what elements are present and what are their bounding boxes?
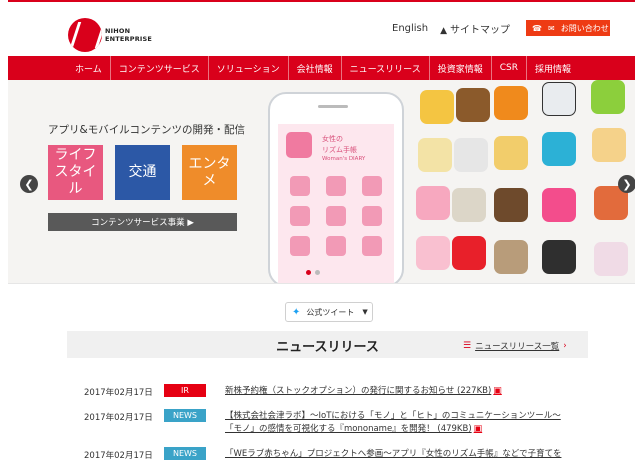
nav-item-home[interactable]: ホーム	[8, 56, 111, 80]
app-menu-icon	[326, 206, 346, 226]
pdf-icon: ▣	[473, 424, 483, 434]
news-link[interactable]: 「WEラブ赤ちゃん」プロジェクトへ参画～アプリ『女性のリズム手帳』などで子育てを	[225, 447, 565, 460]
sitemap-icon: ▲	[440, 25, 448, 36]
news-link[interactable]: 【株式会社会津ラボ】～IoTにおける「モノ」と「ヒト」のコミュニケーションツール…	[225, 409, 565, 436]
english-link[interactable]: English	[392, 23, 428, 34]
app-icon	[494, 86, 528, 120]
logo-text-line2: ENTERPRISE	[105, 35, 153, 43]
official-tweet-dropdown[interactable]: ✦ 公式ツイート ▼	[285, 302, 373, 322]
main-nav: ホーム コンテンツサービス ソリューション 会社情報 ニュースリリース 投資家情…	[8, 56, 635, 80]
news-date: 2017年02月17日	[84, 413, 153, 423]
mail-icon: ✉	[548, 23, 555, 33]
news-row: 2017年02月17日 NEWS 「WEラブ赤ちゃん」プロジェクトへ参画～アプリ…	[84, 447, 643, 460]
nav-item-investors[interactable]: 投資家情報	[430, 56, 492, 80]
sitemap-link[interactable]: ▲ サイトマップ	[440, 21, 510, 36]
app-title-line1: 女性の	[322, 135, 343, 143]
app-icon	[542, 240, 576, 274]
news-row: 2017年02月17日 NEWS 【株式会社会津ラボ】～IoTにおける「モノ」と…	[84, 409, 643, 436]
nav-item-solutions[interactable]: ソリューション	[209, 56, 289, 80]
content-service-button[interactable]: コンテンツサービス事業 ▶	[48, 213, 237, 231]
nav-item-content-services[interactable]: コンテンツサービス	[111, 56, 209, 80]
utility-links: English ▲ サイトマップ ☎ ✉ お問い合わせ	[392, 20, 611, 36]
app-icon	[494, 240, 528, 274]
app-icon	[452, 188, 486, 222]
list-icon: ☰	[463, 341, 472, 351]
app-icon	[420, 90, 454, 124]
sitemap-label: サイトマップ	[450, 24, 511, 36]
caret-right-icon: ›	[563, 341, 567, 351]
news-link[interactable]: 新株予約権（ストックオプション）の発行に関するお知らせ (227KB) ▣	[225, 384, 565, 398]
section-divider	[8, 283, 635, 284]
diary-app-icon	[286, 132, 312, 158]
app-menu-icon	[290, 206, 310, 226]
hero-title: アプリ&モバイルコンテンツの開発・配信	[48, 124, 245, 136]
app-icon	[416, 236, 450, 270]
hero-carousel: アプリ&モバイルコンテンツの開発・配信 ライフ スタイル 交通 エンタメ コンテ…	[8, 80, 635, 283]
news-badge-ir: IR	[164, 384, 206, 397]
app-icon	[494, 136, 528, 170]
app-icon	[416, 186, 450, 220]
app-icon	[452, 236, 486, 270]
app-menu-icon	[290, 236, 310, 256]
app-title-line2: リズム手帳	[322, 146, 357, 154]
nav-item-company[interactable]: 会社情報	[289, 56, 342, 80]
app-menu-icon	[326, 176, 346, 196]
app-icon	[542, 188, 576, 222]
news-badge-news: NEWS	[164, 447, 206, 460]
app-icon	[494, 188, 528, 222]
phone-screen: 女性の リズム手帳 Woman's DIARY	[278, 124, 394, 283]
news-badge-news: NEWS	[164, 409, 206, 422]
nav-item-news[interactable]: ニュースリリース	[342, 56, 430, 80]
arrow-right-icon[interactable]: ❯	[618, 175, 635, 193]
chevron-down-icon: ▼	[362, 308, 368, 316]
contact-button[interactable]: ☎ ✉ お問い合わせ	[526, 20, 611, 36]
logo-text-line1: NIHON	[105, 27, 131, 35]
app-icon	[418, 138, 452, 172]
tile-entertainment[interactable]: エンタメ	[182, 145, 237, 200]
nav-item-recruit[interactable]: 採用情報	[527, 56, 579, 80]
app-menu-icon	[326, 236, 346, 256]
carousel-dot-1[interactable]	[306, 270, 311, 275]
news-header: ニュースリリース ☰ ニュースリリース一覧 ›	[67, 331, 588, 358]
news-date: 2017年02月17日	[84, 451, 153, 460]
news-list-link-label: ニュースリリース一覧	[475, 342, 560, 352]
contact-label: お問い合わせ	[560, 23, 609, 33]
pdf-icon: ▣	[493, 386, 502, 396]
app-icon	[542, 82, 576, 116]
nav-item-csr[interactable]: CSR	[492, 56, 527, 80]
app-icon	[592, 128, 626, 162]
app-icon	[542, 132, 576, 166]
app-menu-icon	[362, 206, 382, 226]
phone-icon: ☎	[532, 23, 542, 33]
site-header: NIHON ENTERPRISE English ▲ サイトマップ ☎ ✉ お問い…	[8, 0, 635, 56]
app-title-line3: Woman's DIARY	[322, 156, 366, 162]
news-list-link[interactable]: ☰ ニュースリリース一覧 ›	[463, 340, 567, 352]
tile-lifestyle[interactable]: ライフ スタイル	[48, 145, 103, 200]
news-date: 2017年02月17日	[84, 388, 153, 398]
phone-mockup: 女性の リズム手帳 Woman's DIARY	[268, 92, 404, 283]
news-row: 2017年02月17日 IR 新株予約権（ストックオプション）の発行に関するお知…	[84, 384, 643, 398]
logo-icon	[68, 18, 102, 52]
carousel-dots	[306, 270, 324, 275]
arrow-left-icon[interactable]: ❮	[20, 175, 38, 193]
carousel-dot-2[interactable]	[315, 270, 320, 275]
app-icon	[591, 80, 625, 114]
tweet-label: 公式ツイート	[306, 307, 355, 317]
app-menu-icon	[362, 176, 382, 196]
app-menu-icon	[362, 236, 382, 256]
app-icon	[594, 242, 628, 276]
tile-transport[interactable]: 交通	[115, 145, 170, 200]
app-menu-icon	[290, 176, 310, 196]
app-icon-grid	[408, 80, 635, 283]
company-logo[interactable]: NIHON ENTERPRISE	[68, 18, 152, 52]
app-icon	[456, 88, 490, 122]
app-icon	[454, 138, 488, 172]
twitter-bird-icon: ✦	[292, 306, 301, 318]
